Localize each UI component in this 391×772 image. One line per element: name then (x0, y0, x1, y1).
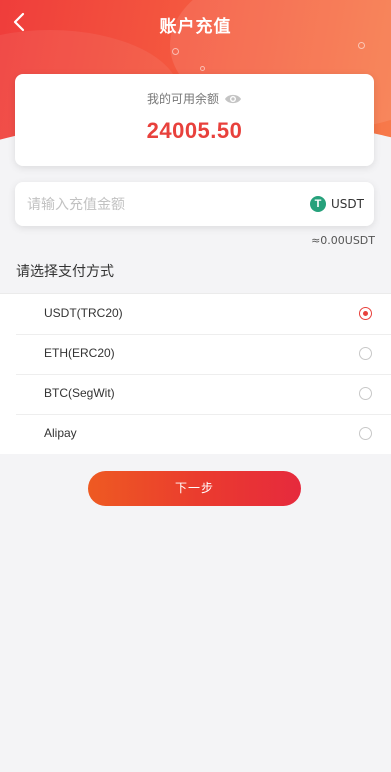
payment-method-label: ETH(ERC20) (44, 346, 115, 360)
next-button[interactable]: 下一步 (88, 471, 301, 506)
radio-icon[interactable] (359, 347, 372, 360)
payment-method-eth-erc20[interactable]: ETH(ERC20) (0, 334, 391, 374)
usdt-estimate: ≈0.00USDT (311, 234, 375, 247)
payment-method-usdt-trc20[interactable]: USDT(TRC20) (0, 294, 391, 334)
payment-method-label: BTC(SegWit) (44, 386, 115, 400)
amount-input-box: T USDT (15, 182, 374, 226)
radio-icon[interactable] (359, 387, 372, 400)
payment-method-btc-segwit[interactable]: BTC(SegWit) (0, 374, 391, 414)
eye-icon[interactable] (224, 92, 242, 109)
page-title: 账户充值 (159, 17, 232, 37)
decorative-dot (358, 42, 365, 49)
decorative-dot (172, 48, 179, 55)
amount-input[interactable] (25, 189, 299, 221)
payment-method-label: Alipay (44, 426, 77, 440)
currency-text: USDT (331, 197, 364, 211)
balance-label-row: 我的可用余额 (15, 90, 374, 109)
currency-label: T USDT (310, 195, 364, 213)
decorative-dot (200, 66, 205, 71)
balance-amount: 24005.50 (146, 118, 243, 143)
radio-selected-icon[interactable] (359, 307, 372, 320)
balance-card: 我的可用余额 24005.50 (15, 74, 374, 166)
payment-method-list: USDT(TRC20) ETH(ERC20) BTC(SegWit) Alipa… (0, 293, 391, 454)
tether-icon: T (310, 196, 327, 212)
payment-method-alipay[interactable]: Alipay (0, 414, 391, 454)
balance-label: 我的可用余额 (146, 92, 219, 106)
radio-icon[interactable] (359, 427, 372, 440)
payment-section-title: 请选择支付方式 (16, 264, 114, 280)
payment-method-label: USDT(TRC20) (44, 306, 123, 320)
